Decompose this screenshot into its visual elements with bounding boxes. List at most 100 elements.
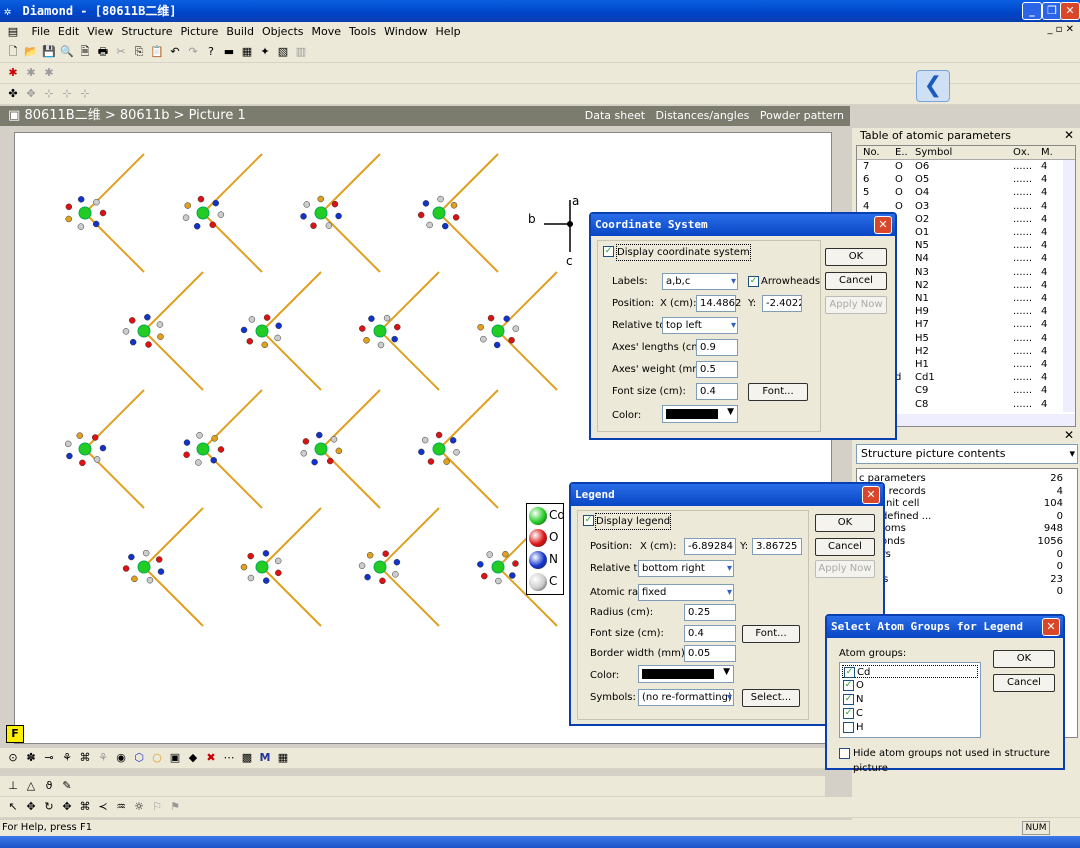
move-icon[interactable]: ⊹ [42,87,56,101]
minimize-button[interactable]: _ [1022,2,1042,20]
atom-group-checkbox[interactable]: ✓ [843,694,854,705]
cancel-button[interactable]: Cancel [825,272,887,290]
relative-select[interactable]: top left ▾ [662,317,738,334]
menu-move[interactable]: Move [312,25,342,38]
angle-icon[interactable]: △ [24,779,38,793]
arrowheads-checkbox[interactable]: ✓ [748,276,759,287]
font-size-input[interactable]: 0.4 [684,625,736,642]
build-icon[interactable]: ✱ [24,66,38,80]
atom-group-item[interactable]: ✓ C [842,707,978,720]
atom-group-checkbox[interactable]: ✓ [843,708,854,719]
torsion-icon[interactable]: ϑ [42,779,56,793]
bond-icon[interactable]: ⊸ [42,751,56,765]
build-icon[interactable]: ✱ [42,66,56,80]
menu-picture[interactable]: Picture [181,25,219,38]
undo-icon[interactable]: ↶ [168,45,182,59]
display-checkbox[interactable]: ✓ [603,246,614,257]
ok-button[interactable]: OK [815,514,875,532]
atom-group-checkbox[interactable]: ✓ [844,667,855,678]
tab-data-sheet[interactable]: Data sheet [585,109,645,122]
menu-file[interactable]: File [32,25,50,38]
select-button[interactable]: Select... [742,689,800,707]
symbols-select[interactable]: (no re-formatting) ▾ [638,689,734,706]
edit-icon[interactable]: ✎ [60,779,74,793]
tool-icon[interactable]: ⌘ [78,751,92,765]
select-icon[interactable]: ↖ [6,800,20,814]
frame-label[interactable]: F [6,725,24,743]
x-input[interactable]: -6.89284 [684,538,736,555]
diamond-logo-icon[interactable]: ❮ [916,70,950,102]
tool-icon[interactable]: ⚘ [60,751,74,765]
redo-icon[interactable]: ↷ [186,45,200,59]
sphere-icon[interactable]: ◉ [114,751,128,765]
props-close-icon[interactable]: ✕ [1064,428,1074,442]
atom-group-item[interactable]: ✓ N [842,693,978,706]
column-header[interactable]: M. [1041,146,1053,160]
menu-view[interactable]: View [87,25,113,38]
tool-icon[interactable]: ♒ [114,800,128,814]
radii-select[interactable]: fixed ▾ [638,584,734,601]
menu-tools[interactable]: Tools [349,25,376,38]
display-legend-checkbox[interactable]: ✓ [583,515,594,526]
tool-icon[interactable]: ⚑ [168,800,182,814]
pan-icon[interactable]: ✥ [60,800,74,814]
plane-icon[interactable]: ◆ [186,751,200,765]
tool-icon[interactable]: ⚐ [150,800,164,814]
table-row[interactable]: 5 O O4...... 4 [857,187,1072,200]
tool-icon[interactable]: ☼ [132,800,146,814]
cell-icon[interactable]: ▣ [168,751,182,765]
rotate-icon[interactable]: ↻ [42,800,56,814]
tool-icon[interactable]: ▬ [222,45,236,59]
paste-icon[interactable]: 📋 [150,45,164,59]
polyhedron-icon[interactable]: ⬡ [132,751,146,765]
close-button[interactable]: ✕ [1060,2,1080,20]
render-icon[interactable]: ▩ [240,751,254,765]
print-preview-icon[interactable]: 🗎 [78,45,92,59]
close-icon[interactable]: ✕ [1042,618,1060,636]
distance-icon[interactable]: ⊥ [6,779,20,793]
color-select[interactable]: ▼ [662,405,738,423]
axes-weight-input[interactable]: 0.5 [696,361,738,378]
ok-button[interactable]: OK [993,650,1055,668]
tool-icon[interactable]: ≺ [96,800,110,814]
cancel-button[interactable]: Cancel [815,538,875,556]
tool-icon[interactable]: ▥ [294,45,308,59]
open-icon[interactable]: 📂 [24,45,38,59]
save-icon[interactable]: 💾 [42,45,56,59]
border-input[interactable]: 0.05 [684,645,736,662]
color-icon[interactable]: ▦ [276,751,290,765]
table-row[interactable]: 7 O O6...... 4 [857,161,1072,174]
menu-edit[interactable]: Edit [58,25,79,38]
y-input[interactable]: 3.86725 [752,538,802,555]
axes-length-input[interactable]: 0.9 [696,339,738,356]
atom-group-item[interactable]: ✓ O [842,679,978,692]
tool-icon[interactable]: ⚘ [96,751,110,765]
column-header[interactable]: No. [863,146,880,160]
font-button[interactable]: Font... [748,383,808,401]
move-icon[interactable]: ✤ [6,87,20,101]
menu-help[interactable]: Help [436,25,461,38]
atom-icon[interactable]: ⊙ [6,751,20,765]
help-icon[interactable]: ? [204,45,218,59]
menu-objects[interactable]: Objects [262,25,304,38]
font-size-input[interactable]: 0.4 [696,383,738,400]
radius-input[interactable]: 0.25 [684,604,736,621]
column-header[interactable]: Symbol [915,146,952,160]
print-icon[interactable]: 🖶 [96,45,110,59]
cut-icon[interactable]: ✂ [114,45,128,59]
zoom-icon[interactable]: ⌘ [78,800,92,814]
atom-legend[interactable]: Cd O N C [526,503,565,595]
menu-structure[interactable]: Structure [121,25,172,38]
find-icon[interactable]: 🔍 [60,45,74,59]
tool-icon[interactable]: ▦ [240,45,254,59]
menu-build[interactable]: Build [226,25,254,38]
close-icon[interactable]: ✕ [862,486,880,504]
column-header[interactable]: E.. [895,146,908,160]
apply-button[interactable]: Apply Now [825,296,887,314]
atom-groups-list[interactable]: ✓ Cd ✓ O ✓ N ✓ C H [839,662,981,738]
vertical-scrollbar[interactable] [1063,160,1075,412]
new-icon[interactable]: 🗋 [6,45,20,59]
coordinate-axes[interactable]: a b c [526,194,586,268]
atom-group-checkbox[interactable]: ✓ [843,680,854,691]
move-icon[interactable]: ✥ [24,800,38,814]
